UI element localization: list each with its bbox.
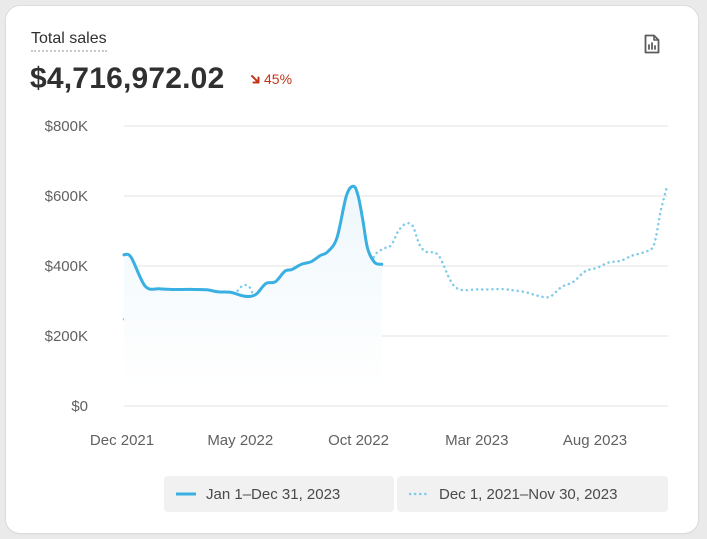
legend-item-current[interactable]: Jan 1–Dec 31, 2023 (164, 476, 394, 512)
x-tick-label: Oct 2022 (328, 432, 389, 449)
y-tick-label: $800K (45, 118, 88, 135)
y-tick-label: $200K (45, 328, 88, 345)
solid-line-swatch (176, 492, 196, 496)
y-tick-label: $400K (45, 258, 88, 275)
legend-label: Jan 1–Dec 31, 2023 (206, 485, 341, 503)
sales-line-chart: $0 $200K $400K $600K $800K Dec 2021 May 2022 Oc… (45, 118, 669, 449)
legend-label: Dec 1, 2021–Nov 30, 2023 (439, 485, 618, 503)
x-tick-label: May 2022 (207, 432, 273, 449)
x-tick-label: Mar 2023 (445, 432, 508, 449)
total-sales-card: Total sales $4,716,972.02 45% $0 $200K $40… (6, 6, 698, 533)
legend-item-comparison[interactable]: Dec 1, 2021–Nov 30, 2023 (397, 476, 668, 512)
dotted-line-swatch (409, 492, 429, 496)
x-tick-label: Aug 2023 (563, 432, 627, 449)
y-tick-label: $0 (71, 398, 88, 415)
y-tick-label: $600K (45, 188, 88, 205)
x-tick-label: Dec 2021 (90, 432, 154, 449)
